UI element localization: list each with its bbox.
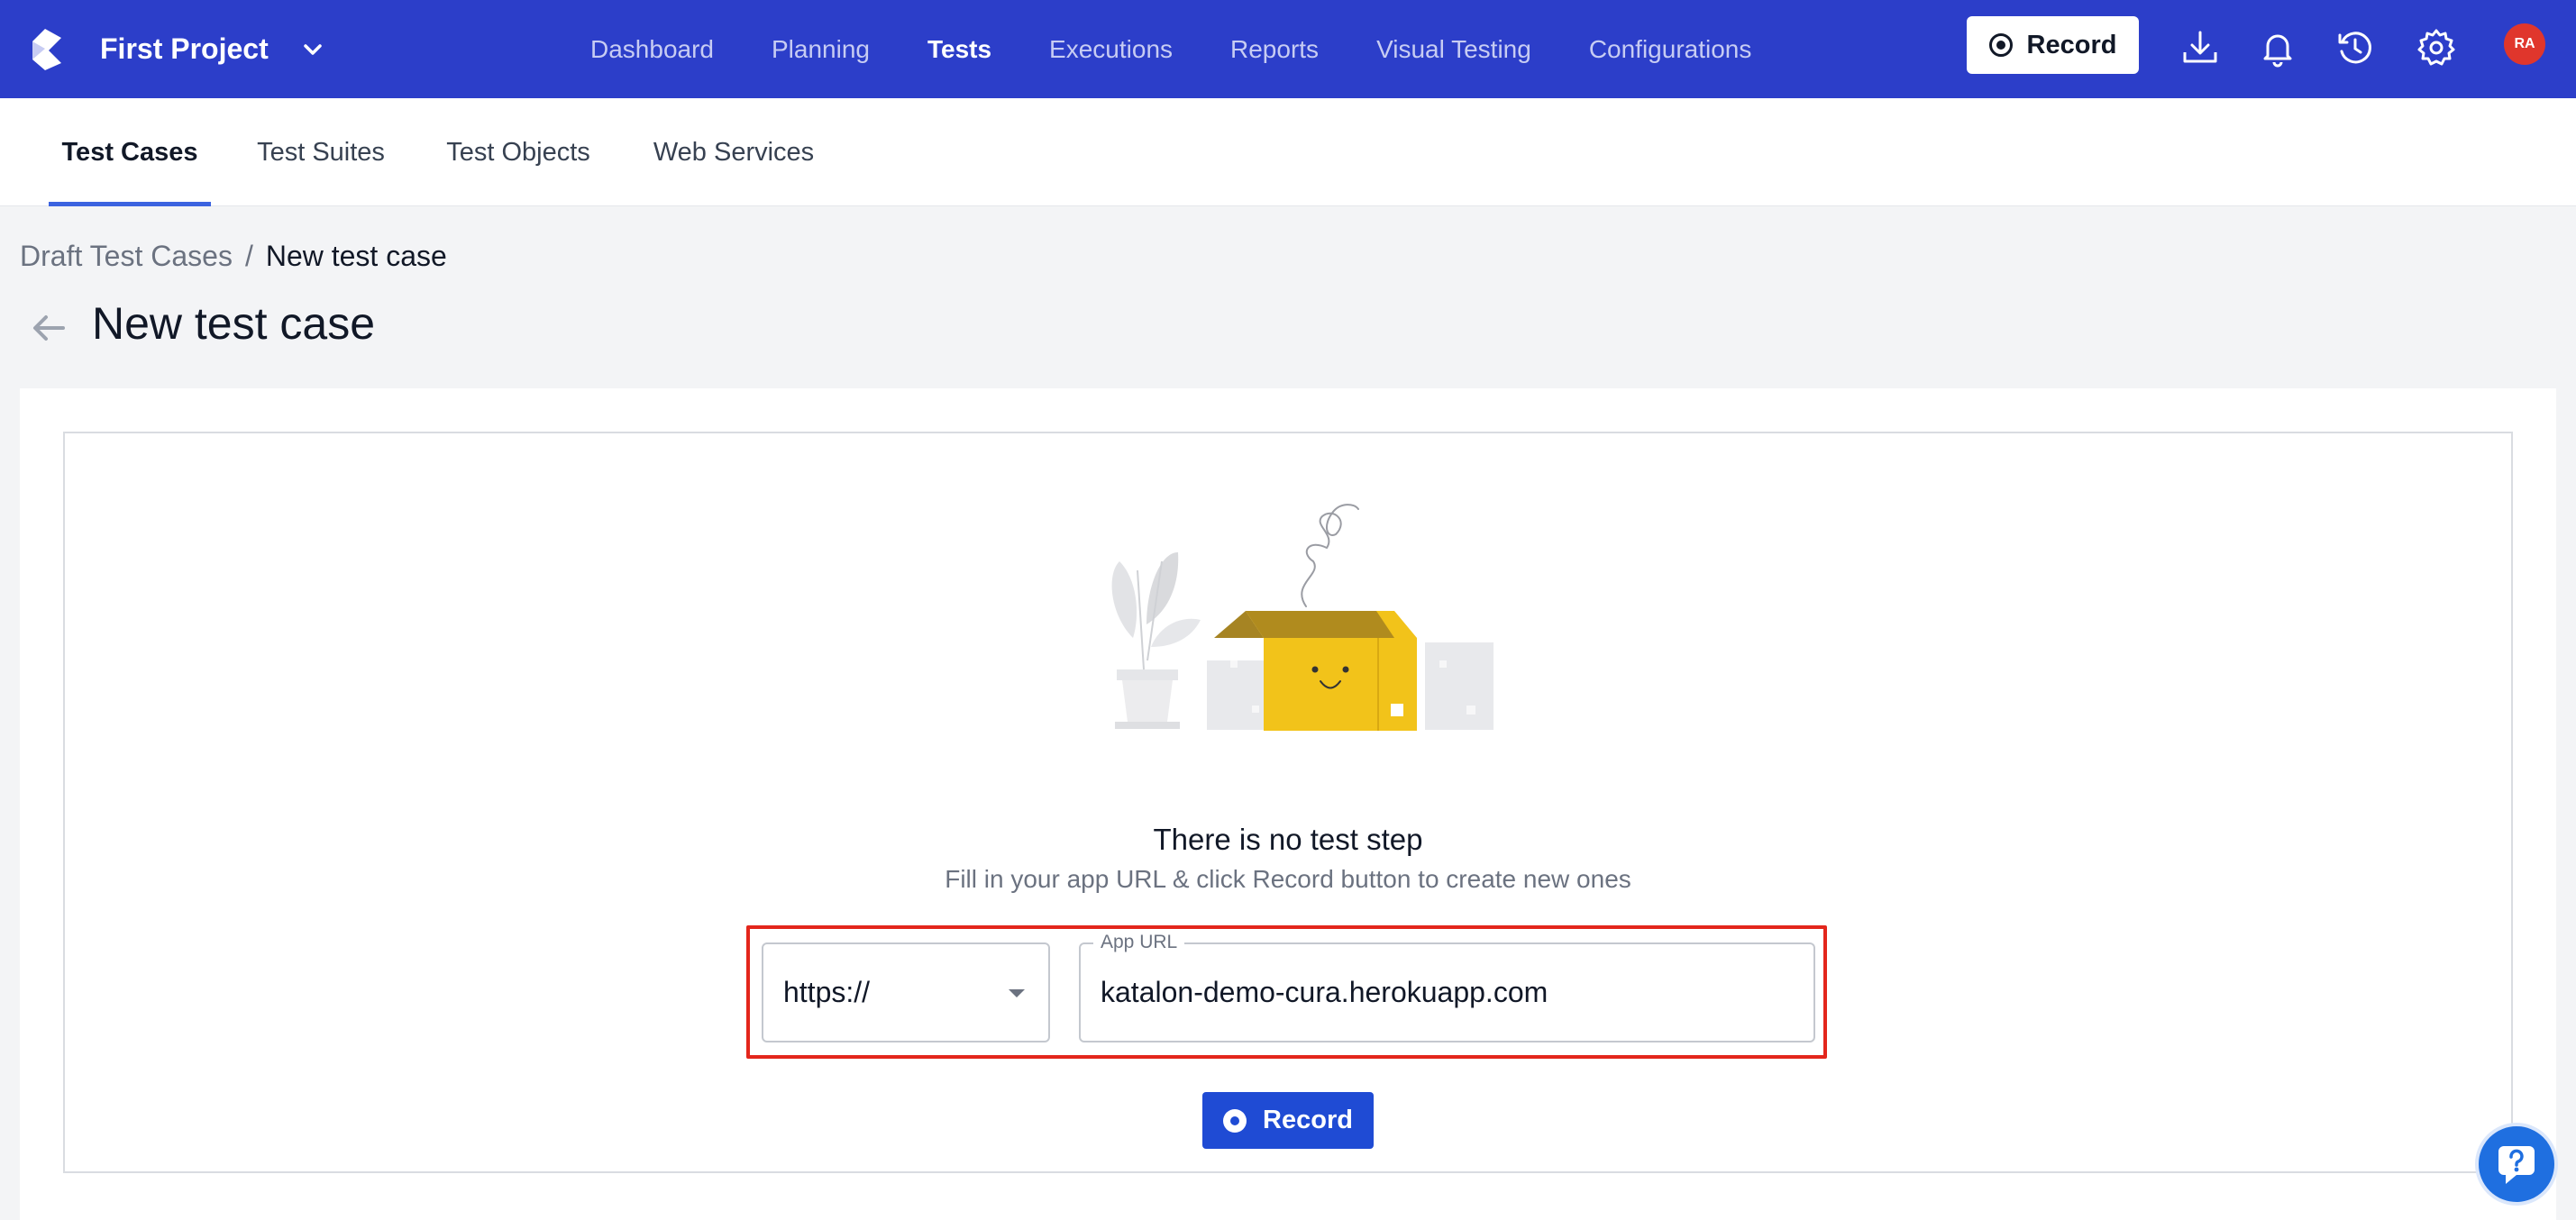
protocol-value: https://: [783, 976, 871, 1008]
breadcrumb-parent-link[interactable]: Draft Test Cases: [20, 240, 233, 272]
record-icon: [1988, 33, 2013, 57]
bell-icon[interactable]: [2257, 27, 2298, 68]
breadcrumb-separator: /: [244, 240, 253, 272]
nav-visual-testing[interactable]: Visual Testing: [1376, 35, 1531, 64]
app-url-input[interactable]: [1101, 944, 1795, 1041]
katalon-logo-icon[interactable]: [29, 27, 65, 70]
nav-dashboard[interactable]: Dashboard: [590, 35, 714, 64]
tab-test-cases[interactable]: Test Cases: [49, 98, 211, 206]
project-name: First Project: [100, 32, 269, 65]
page-title: New test case: [92, 298, 376, 349]
chevron-down-icon: [303, 43, 322, 55]
record-label: Record: [2026, 30, 2117, 59]
tab-test-suites[interactable]: Test Suites: [245, 98, 397, 206]
record-button-header[interactable]: Record: [1967, 16, 2139, 74]
empty-state-subtitle: Fill in your app URL & click Record butt…: [945, 865, 1631, 893]
record-label: Record: [1263, 1106, 1353, 1134]
nav-configurations[interactable]: Configurations: [1589, 35, 1752, 64]
caret-down-icon: [1009, 989, 1025, 997]
breadcrumb: Draft Test Cases / New test case: [20, 240, 447, 273]
nav-planning[interactable]: Planning: [772, 35, 870, 64]
user-avatar[interactable]: RA: [2504, 23, 2545, 65]
breadcrumb-current: New test case: [265, 240, 447, 272]
protocol-select[interactable]: https://: [762, 942, 1050, 1042]
app-url-field: App URL: [1079, 932, 1815, 1042]
top-navbar: First Project Dashboard Planning Tests E…: [0, 0, 2576, 98]
history-icon[interactable]: [2334, 27, 2376, 68]
empty-box-illustration: [1111, 504, 1494, 731]
gear-icon[interactable]: [2416, 27, 2457, 68]
main-nav: Dashboard Planning Tests Executions Repo…: [590, 0, 1809, 98]
back-arrow-icon[interactable]: [29, 308, 69, 348]
record-button[interactable]: Record: [1202, 1092, 1374, 1149]
download-icon[interactable]: [2179, 27, 2221, 68]
tab-web-services[interactable]: Web Services: [642, 98, 826, 206]
help-chat-button[interactable]: [2475, 1123, 2558, 1206]
nav-reports[interactable]: Reports: [1230, 35, 1319, 64]
help-chat-icon: [2498, 1146, 2535, 1184]
tab-test-objects[interactable]: Test Objects: [436, 98, 600, 206]
nav-tests[interactable]: Tests: [927, 35, 991, 64]
empty-state-title: There is no test step: [1153, 823, 1423, 856]
sub-tabs: Test Cases Test Suites Test Objects Web …: [0, 98, 2576, 206]
project-switcher[interactable]: First Project: [100, 0, 326, 98]
nav-executions[interactable]: Executions: [1049, 35, 1173, 64]
empty-state-panel: There is no test step Fill in your app U…: [63, 432, 2513, 1173]
record-icon: [1223, 1108, 1247, 1133]
